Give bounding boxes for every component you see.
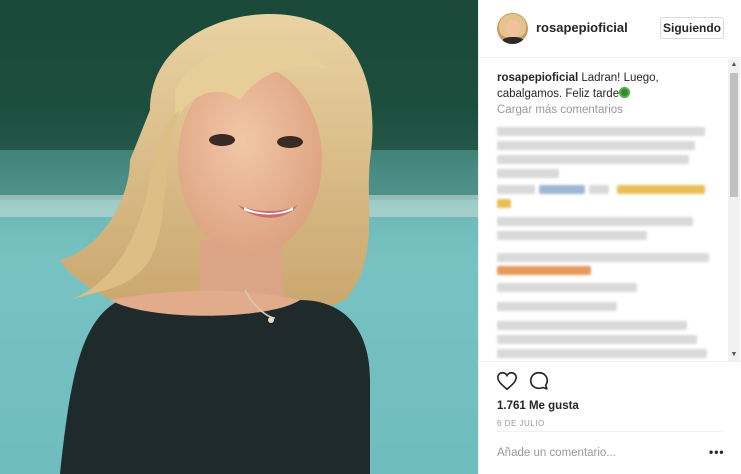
ellipsis-icon[interactable]: ••• (709, 445, 725, 459)
add-comment-bar: ••• (497, 431, 724, 474)
following-button[interactable]: Siguiendo (660, 17, 724, 39)
comments-scrollbar[interactable]: ▲ ▼ (728, 59, 740, 361)
scrollbar-thumb[interactable] (730, 73, 738, 197)
post-photo[interactable] (0, 0, 478, 474)
post-date: 6 DE JULIO (497, 419, 545, 428)
post-header: rosapepioficial Siguiendo (479, 0, 741, 58)
clover-emoji-icon (619, 87, 631, 98)
heart-icon[interactable] (496, 370, 518, 392)
caption-username[interactable]: rosapepioficial (497, 72, 578, 84)
post-side-panel: rosapepioficial Siguiendo rosapepioficia… (478, 0, 741, 474)
post-actions (479, 361, 741, 401)
scroll-down-arrow-icon[interactable]: ▼ (728, 349, 740, 361)
load-more-comments-link[interactable]: Cargar más comentarios (497, 104, 623, 116)
username-link[interactable]: rosapepioficial (536, 20, 628, 35)
avatar[interactable] (497, 13, 528, 44)
speech-bubble-icon[interactable] (528, 370, 550, 392)
likes-count[interactable]: 1.761 Me gusta (497, 400, 579, 412)
comments-list: rosapepioficial Ladran! Luego, cabalgamo… (479, 59, 741, 361)
post-photo-illustration (0, 0, 478, 474)
scroll-up-arrow-icon[interactable]: ▲ (728, 59, 740, 71)
caption: rosapepioficial Ladran! Luego, cabalgamo… (497, 70, 722, 102)
comment-input[interactable] (497, 447, 687, 459)
